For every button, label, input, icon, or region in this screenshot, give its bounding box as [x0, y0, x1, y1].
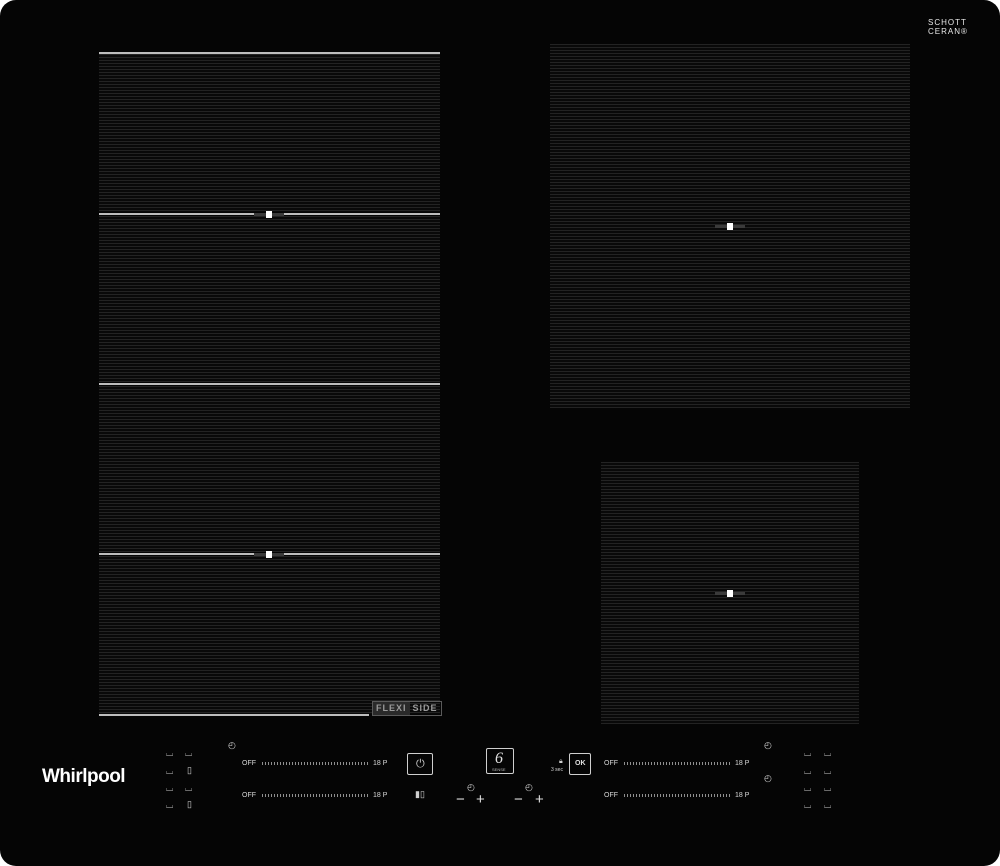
zone-center-marker [715, 590, 745, 597]
cooking-zone-left-2[interactable] [99, 216, 440, 382]
slider-off-label: OFF [242, 760, 256, 767]
schott-ceran-logo: SCHOTT CERAN® [928, 18, 968, 36]
slider-off-label: OFF [242, 792, 256, 799]
minus-button[interactable]: − [514, 792, 523, 807]
pan-icon[interactable]: ⌴ [804, 784, 811, 793]
whirlpool-logo: Whirlpool [42, 766, 126, 787]
zone-center-marker [254, 551, 284, 558]
slider-off-label: OFF [604, 792, 618, 799]
power-button[interactable]: ⏻ [407, 753, 433, 775]
schott-text: SCHOTT [928, 18, 967, 27]
power-icon: ⏻ [416, 758, 425, 770]
slider-max-label: 18 P [373, 760, 388, 767]
cooktop-glass: SCHOTT CERAN® FLEXI SIDE Whirlpool ⌴ ⌴ ⌴… [0, 0, 1000, 866]
pot-icon[interactable]: ⌴ [824, 767, 831, 776]
slider-off-label: OFF [604, 760, 618, 767]
power-slider-right-bottom[interactable] [624, 794, 732, 797]
timer-icon[interactable]: ◴ [228, 741, 236, 750]
slider-max-label: 18 P [735, 792, 750, 799]
slider-max-label: 18 P [735, 760, 750, 767]
sixth-sense-button[interactable]: 6 SENSE [486, 748, 514, 774]
side-text: SIDE [412, 703, 438, 713]
slider-max-label: 18 P [373, 792, 388, 799]
timer-icon[interactable]: ◴ [764, 774, 772, 783]
sixth-sense-icon: 6 [495, 750, 503, 767]
pot-icon[interactable]: ⌴ [824, 784, 831, 793]
zone-center-marker [254, 211, 284, 218]
ok-lock-button[interactable]: OK [569, 753, 591, 775]
grill-icon[interactable]: ▯ [187, 766, 192, 775]
plus-button[interactable]: + [476, 792, 485, 807]
pan-icon[interactable]: ⌴ [804, 767, 811, 776]
flexi-side-label: FLEXI SIDE [372, 701, 442, 716]
bridge-icon[interactable]: ▮▯ [415, 790, 425, 799]
pan-icon[interactable]: ⌴ [804, 801, 811, 810]
cooking-zone-left-1[interactable] [99, 54, 440, 212]
zone-divider [99, 714, 369, 716]
pan-icon[interactable]: ⌴ [185, 784, 192, 793]
cooking-zone-left-4[interactable] [99, 556, 440, 714]
minus-button[interactable]: − [456, 792, 465, 807]
cooking-zone-left-3[interactable] [99, 386, 440, 552]
zone-divider [99, 383, 440, 385]
power-slider-left-bottom[interactable] [262, 794, 370, 797]
ceran-text: CERAN® [928, 27, 968, 36]
pan-icon[interactable]: ⌴ [804, 749, 811, 758]
sixth-sense-sub: SENSE [492, 767, 506, 772]
power-slider-left-top[interactable] [262, 762, 370, 765]
pot-icon[interactable]: ⌴ [824, 749, 831, 758]
zone-divider [99, 52, 440, 54]
grill-icon[interactable]: ▯ [187, 800, 192, 809]
zone-center-marker [715, 223, 745, 230]
timer-icon[interactable]: ◴ [525, 783, 533, 792]
timer-icon[interactable]: ◴ [764, 741, 772, 750]
lock-icon: 🔒︎ [559, 758, 563, 765]
pan-icon[interactable]: ⌴ [185, 749, 192, 758]
pot-icon[interactable]: ⌴ [824, 801, 831, 810]
ok-label: OK [575, 760, 586, 767]
flexi-text: FLEXI [373, 702, 410, 715]
timer-icon[interactable]: ◴ [467, 783, 475, 792]
pot-icon[interactable]: ⌴ [166, 801, 173, 810]
pot-icon[interactable]: ⌴ [166, 767, 173, 776]
pot-icon[interactable]: ⌴ [166, 749, 173, 758]
plus-button[interactable]: + [535, 792, 544, 807]
lock-duration-label: 3 sec [551, 767, 563, 773]
power-slider-right-top[interactable] [624, 762, 732, 765]
pot-icon[interactable]: ⌴ [166, 784, 173, 793]
